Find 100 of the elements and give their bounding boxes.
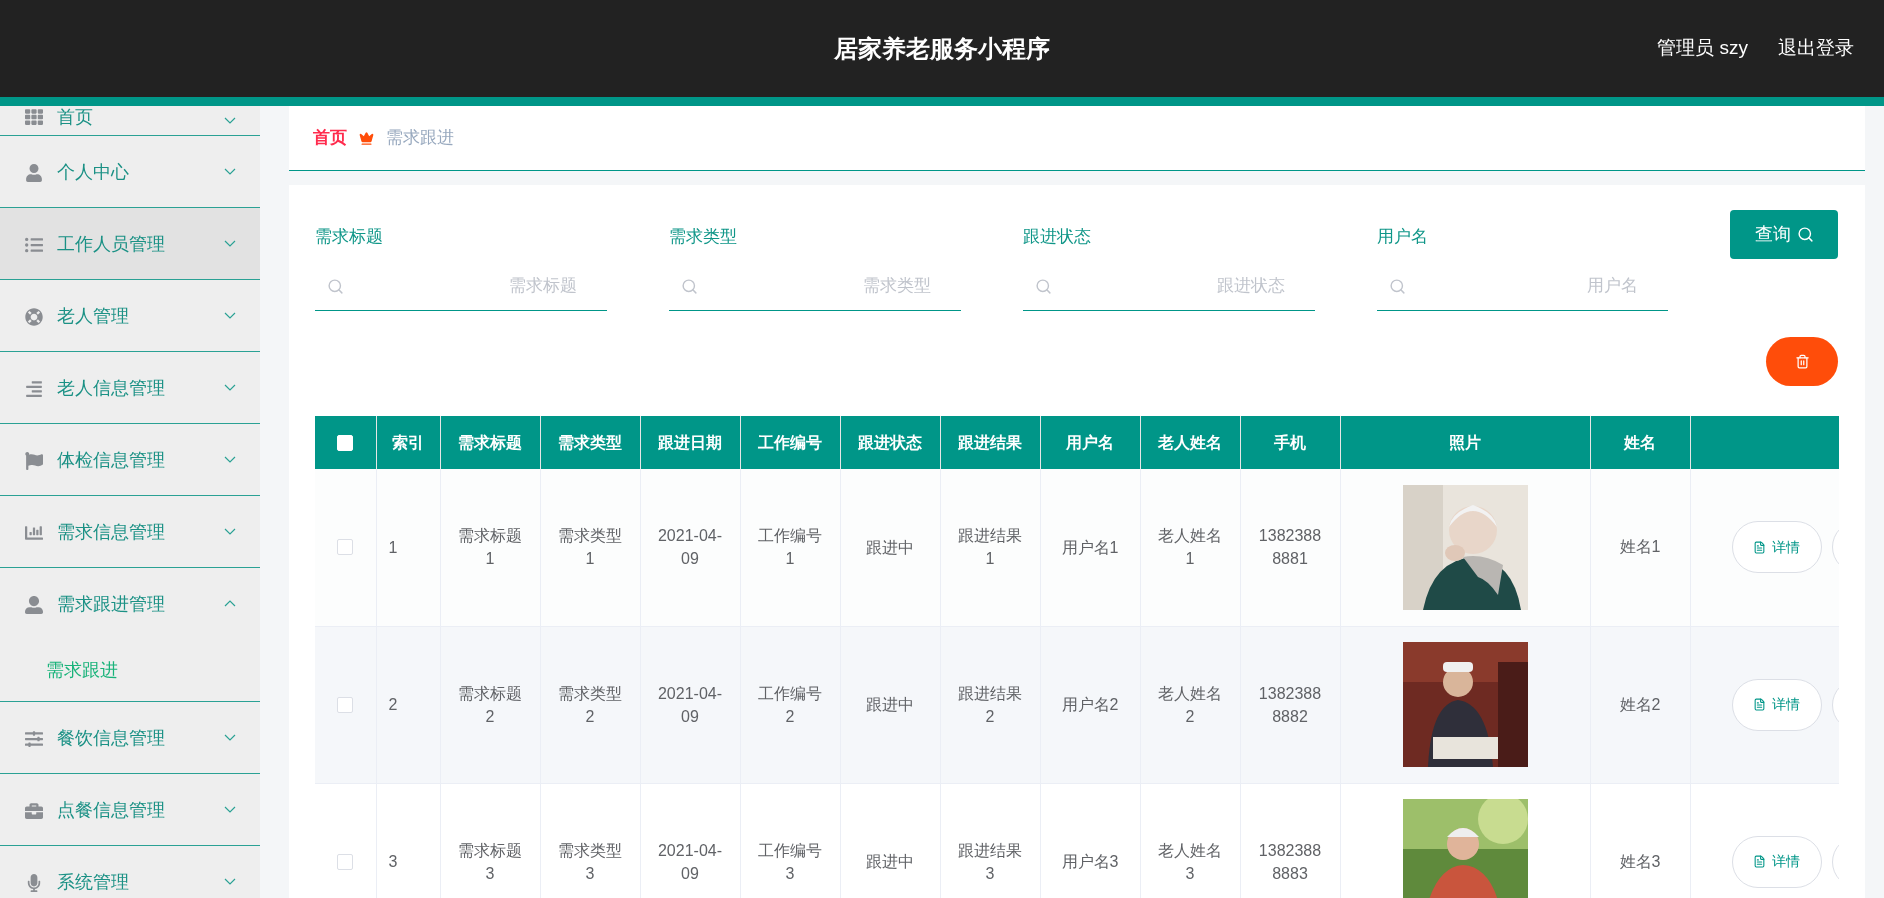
table-cell: 工作编号3 <box>740 783 840 898</box>
details-button[interactable]: 详情 <box>1731 678 1822 731</box>
chevron-icon <box>224 528 236 535</box>
table-cell: 老人姓名2 <box>1140 626 1240 783</box>
search-icon <box>680 278 698 295</box>
search-icon <box>1796 226 1814 243</box>
chevron-icon <box>224 600 236 607</box>
table-cell: 需求标题1 <box>440 469 540 626</box>
details-button[interactable]: 详情 <box>1731 521 1822 574</box>
table-cell: 老人姓名1 <box>1140 469 1240 626</box>
row-checkbox[interactable] <box>337 539 354 556</box>
chevron-icon <box>224 806 236 813</box>
table-cell: 1 <box>376 469 440 626</box>
table-cell: 13823888882 <box>1240 626 1340 783</box>
table-cell: 2 <box>376 626 440 783</box>
table-cell: 2021-04-09 <box>640 626 740 783</box>
row-checkbox[interactable] <box>337 853 354 870</box>
table-cell: 2021-04-09 <box>640 469 740 626</box>
sidebar-item[interactable]: 餐饮信息管理 <box>0 702 260 773</box>
chevron-icon <box>224 240 236 247</box>
table-cell: 跟进结果2 <box>940 626 1040 783</box>
crown-icon <box>359 130 374 146</box>
sidebar-item[interactable]: 需求信息管理 <box>0 496 260 567</box>
search-field[interactable]: 跟进状态 <box>1022 262 1315 311</box>
search-field[interactable]: 需求类型 <box>668 262 961 311</box>
trash-icon <box>1794 354 1810 369</box>
sidebar-item[interactable]: 首页 <box>0 106 260 135</box>
table-cell: 姓名3 <box>1590 783 1690 898</box>
bar-chart-icon <box>25 523 43 542</box>
sidebar-item[interactable]: 需求跟进管理 <box>0 568 260 639</box>
table-cell: 跟进中 <box>840 469 940 626</box>
column-header: 索引 <box>376 416 440 469</box>
table-cell: 需求标题3 <box>440 783 540 898</box>
field-label: 需求标题 <box>315 226 384 248</box>
chevron-icon <box>224 117 236 124</box>
column-header: 老人姓名 <box>1140 416 1240 469</box>
sidebar-item[interactable]: 个人中心 <box>0 136 260 207</box>
microphone-icon <box>25 873 43 892</box>
search-icon <box>1034 278 1052 295</box>
breadcrumb-link[interactable]: 首页 <box>313 125 347 151</box>
breadcrumb-link[interactable]: 需求跟进 <box>386 125 454 151</box>
table-cell: 跟进中 <box>840 783 940 898</box>
table-cell: 需求类型1 <box>540 469 640 626</box>
column-header: 照片 <box>1340 416 1590 469</box>
chevron-icon <box>224 878 236 885</box>
row-checkbox[interactable] <box>337 696 354 713</box>
search-icon <box>327 278 344 295</box>
column-header: 用户名 <box>1040 416 1140 469</box>
table-cell: 跟进结果3 <box>940 783 1040 898</box>
document-icon <box>1753 540 1766 554</box>
user-icon <box>25 595 43 614</box>
flag-icon <box>25 451 43 470</box>
sidebar-item[interactable]: 体检信息管理 <box>0 424 260 495</box>
chevron-icon <box>224 734 236 741</box>
sidebar-item[interactable]: 系统管理 <box>0 846 260 898</box>
table-cell: 用户名2 <box>1040 626 1140 783</box>
document-icon <box>1753 698 1766 711</box>
chevron-icon <box>224 312 236 319</box>
chevron-icon <box>224 384 236 391</box>
table-cell: 3 <box>376 783 440 898</box>
details-button[interactable]: 详情 <box>1731 835 1822 888</box>
app-title: 居家养老服务小程序 <box>834 33 1050 64</box>
submenu-item[interactable]: 需求跟进 <box>0 639 260 701</box>
table-cell: 跟进结果1 <box>940 469 1040 626</box>
sidebar-item[interactable]: 老人管理 <box>0 280 260 351</box>
search-button[interactable]: 查询 <box>1730 210 1838 259</box>
column-header: 需求标题 <box>440 416 540 469</box>
field-label: 跟进状态 <box>1022 226 1092 248</box>
sidebar-item[interactable]: 老人信息管理 <box>0 352 260 423</box>
table-cell: 工作编号2 <box>740 626 840 783</box>
search-field[interactable]: 需求标题 <box>315 262 607 311</box>
chevron-icon <box>224 456 236 463</box>
select-all-checkbox[interactable] <box>337 434 354 451</box>
table-cell: 姓名2 <box>1590 626 1690 783</box>
sidebar-item[interactable]: 工作人员管理 <box>0 208 260 279</box>
document-icon <box>1753 855 1766 868</box>
column-header: 工作编号 <box>740 416 840 469</box>
column-header: 跟进状态 <box>840 416 940 469</box>
chevron-icon <box>224 168 236 175</box>
column-header: 手机 <box>1240 416 1340 469</box>
table-cell: 需求类型2 <box>540 626 640 783</box>
table-cell: 需求标题2 <box>440 626 540 783</box>
ring-icon <box>25 307 43 326</box>
sidebar-item[interactable]: 点餐信息管理 <box>0 774 260 845</box>
table-cell: 需求类型3 <box>540 783 640 898</box>
column-header: 跟进日期 <box>640 416 740 469</box>
column-header: 需求类型 <box>540 416 640 469</box>
table-cell: 跟进中 <box>840 626 940 783</box>
delete-button[interactable] <box>1766 337 1838 386</box>
user-icon <box>25 163 43 182</box>
field-label: 需求类型 <box>668 226 738 248</box>
logout-link[interactable]: 退出登录 <box>1778 34 1854 63</box>
search-field[interactable]: 用户名 <box>1376 262 1669 311</box>
list-icon <box>25 235 43 254</box>
grid-icon <box>25 108 43 126</box>
field-label: 用户名 <box>1376 226 1429 248</box>
sliders-icon <box>25 729 43 748</box>
table-cell: 工作编号1 <box>740 469 840 626</box>
table-cell: 2021-04-09 <box>640 783 740 898</box>
list-icon <box>25 379 43 398</box>
